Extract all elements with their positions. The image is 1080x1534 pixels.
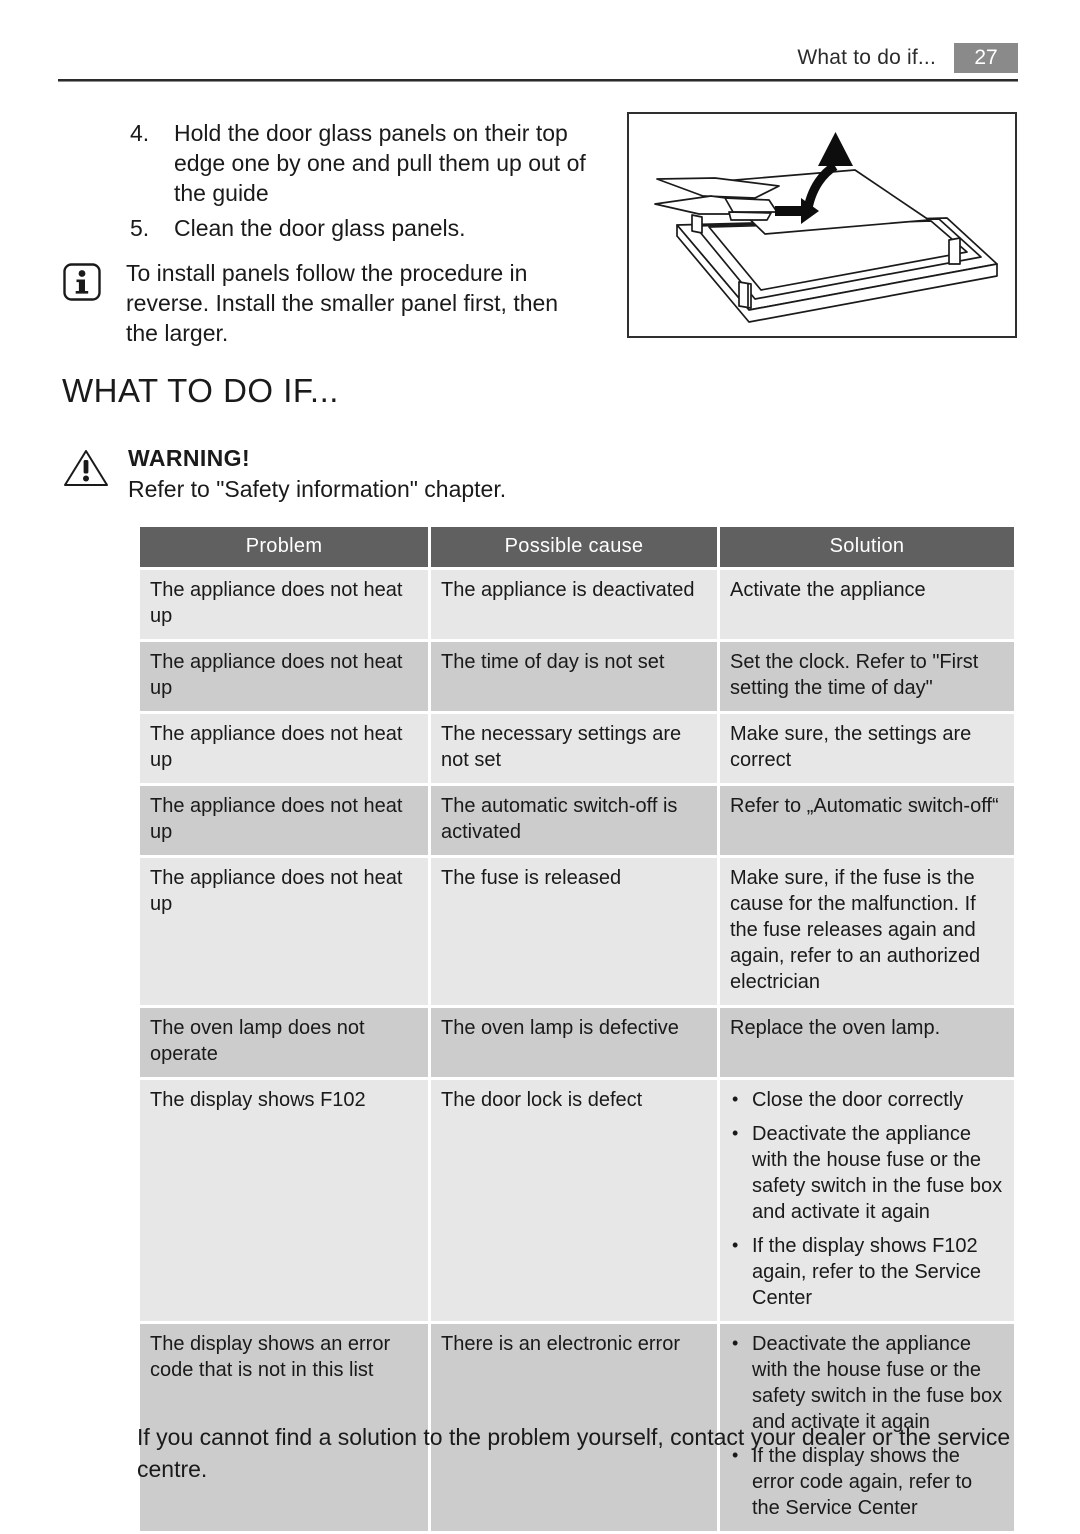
list-item: Close the door correctly xyxy=(730,1086,1004,1113)
cell-cause: The door lock is defect xyxy=(431,1080,717,1321)
cell-solution: Replace the oven lamp. xyxy=(720,1008,1014,1077)
cell-solution: Refer to „Automatic switch-off“ xyxy=(720,786,1014,855)
step-text: Clean the door glass panels. xyxy=(174,215,466,241)
numbered-steps-list: 4. Hold the door glass panels on their t… xyxy=(63,118,600,348)
list-item: Deactivate the appliance with the house … xyxy=(730,1120,1004,1225)
cell-solution: Set the clock. Refer to "First setting t… xyxy=(720,642,1014,711)
list-item: If the display shows F102 again, refer t… xyxy=(730,1232,1004,1311)
table-row: The appliance does not heat up The fuse … xyxy=(140,858,1014,1005)
table-row: The appliance does not heat up The time … xyxy=(140,642,1014,711)
cell-problem: The appliance does not heat up xyxy=(140,642,428,711)
list-item: Deactivate the appliance with the house … xyxy=(730,1330,1004,1435)
cell-problem: The appliance does not heat up xyxy=(140,714,428,783)
warning-title: WARNING! xyxy=(128,445,251,471)
door-glass-panel-removal-illustration xyxy=(627,112,1017,338)
cell-cause: The oven lamp is defective xyxy=(431,1008,717,1077)
warning-triangle-icon xyxy=(62,447,110,489)
cell-solution: Make sure, if the fuse is the cause for … xyxy=(720,858,1014,1005)
cell-problem: The display shows F102 xyxy=(140,1080,428,1321)
closing-paragraph: If you cannot find a solution to the pro… xyxy=(137,1424,1011,1482)
cell-cause: The automatic switch-off is activated xyxy=(431,786,717,855)
cell-solution: Make sure, the settings are correct xyxy=(720,714,1014,783)
cell-cause: The necessary settings are not set xyxy=(431,714,717,783)
table-row: The appliance does not heat up The appli… xyxy=(140,570,1014,639)
step-number: 4. xyxy=(130,120,150,146)
table-row: The display shows F102 The door lock is … xyxy=(140,1080,1014,1321)
solution-bullet-list: Close the door correctly Deactivate the … xyxy=(730,1086,1004,1311)
table-row: The appliance does not heat up The autom… xyxy=(140,786,1014,855)
table-header-row: Problem Possible cause Solution xyxy=(140,527,1014,567)
cell-cause: The appliance is deactivated xyxy=(431,570,717,639)
cell-problem: The appliance does not heat up xyxy=(140,786,428,855)
info-note: To install panels follow the procedure i… xyxy=(62,258,600,348)
table-row: The oven lamp does not operate The oven … xyxy=(140,1008,1014,1077)
list-item: 4. Hold the door glass panels on their t… xyxy=(130,118,600,208)
cell-solution: Activate the appliance xyxy=(720,570,1014,639)
page-running-header: What to do if... 27 xyxy=(58,36,1018,80)
cell-cause: The fuse is released xyxy=(431,858,717,1005)
column-header-problem: Problem xyxy=(140,527,428,567)
table-row: The appliance does not heat up The neces… xyxy=(140,714,1014,783)
page-number-badge: 27 xyxy=(954,43,1018,73)
cell-problem: The oven lamp does not operate xyxy=(140,1008,428,1077)
cell-solution: Close the door correctly Deactivate the … xyxy=(720,1080,1014,1321)
column-header-possible-cause: Possible cause xyxy=(431,527,717,567)
step-text: Hold the door glass panels on their top … xyxy=(174,120,586,206)
cell-problem: The appliance does not heat up xyxy=(140,858,428,1005)
cell-cause: The time of day is not set xyxy=(431,642,717,711)
list-item: 5. Clean the door glass panels. xyxy=(130,213,600,243)
step-number: 5. xyxy=(130,215,150,241)
cell-problem: The appliance does not heat up xyxy=(140,570,428,639)
warning-block: WARNING! Refer to "Safety information" c… xyxy=(62,444,506,504)
troubleshooting-table: Problem Possible cause Solution The appl… xyxy=(137,524,1017,1534)
header-divider-rule xyxy=(58,79,1018,82)
info-icon xyxy=(62,262,102,302)
upper-content-block: 4. Hold the door glass panels on their t… xyxy=(0,112,1080,346)
info-note-text: To install panels follow the procedure i… xyxy=(126,260,559,346)
page-header-title: What to do if... xyxy=(797,46,936,69)
column-header-solution: Solution xyxy=(720,527,1014,567)
page-title: WHAT TO DO IF... xyxy=(62,372,339,409)
warning-text: Refer to "Safety information" chapter. xyxy=(128,476,507,502)
